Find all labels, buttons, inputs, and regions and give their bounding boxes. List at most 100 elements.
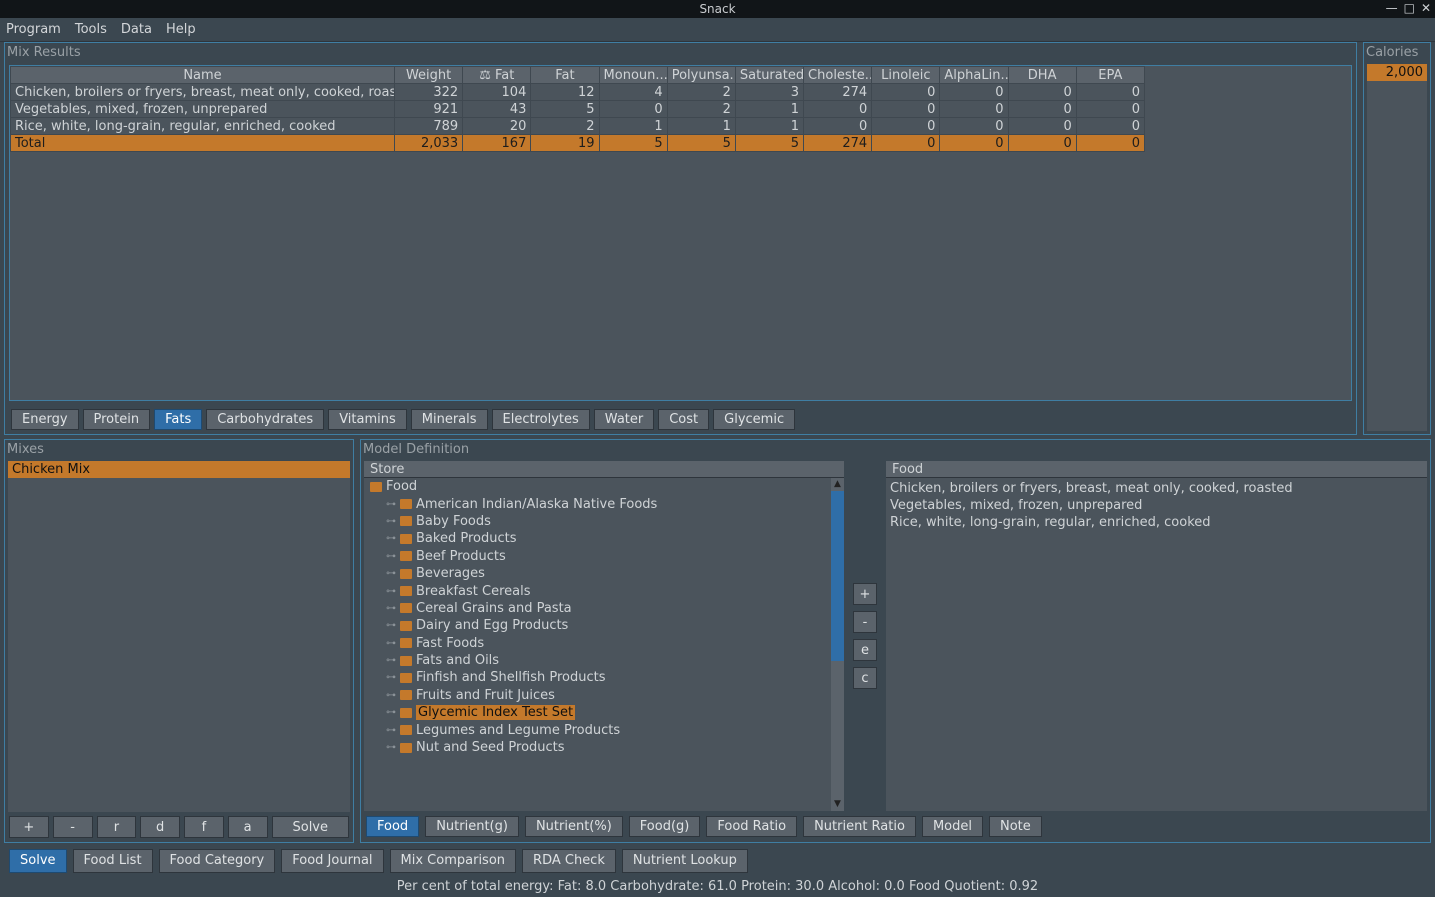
tree-handle-icon[interactable]: ⊶: [386, 690, 396, 701]
menu-program[interactable]: Program: [6, 22, 61, 37]
scroll-down-icon[interactable]: ▼: [831, 798, 844, 811]
table-row[interactable]: Vegetables, mixed, frozen, unprepared921…: [11, 101, 1145, 118]
tree-node[interactable]: ⊶Beverages: [364, 565, 844, 582]
tree-node[interactable]: ⊶Cereal Grains and Pasta: [364, 600, 844, 617]
mixes--button[interactable]: -: [53, 816, 93, 838]
modeltab-model[interactable]: Model: [922, 816, 983, 837]
modeltab-nutrient-ratio[interactable]: Nutrient Ratio: [803, 816, 916, 837]
tree-node[interactable]: ⊶Fruits and Fruit Juices: [364, 687, 844, 704]
maintab-mix-comparison[interactable]: Mix Comparison: [390, 849, 517, 873]
scroll-thumb[interactable]: [831, 491, 844, 661]
tree-handle-icon[interactable]: ⊶: [386, 516, 396, 527]
food-item[interactable]: Vegetables, mixed, frozen, unprepared: [890, 497, 1423, 514]
tree-node[interactable]: ⊶Finfish and Shellfish Products: [364, 669, 844, 686]
tree-handle-icon[interactable]: ⊶: [386, 725, 396, 736]
maintab-food-list[interactable]: Food List: [73, 849, 153, 873]
tree-handle-icon[interactable]: ⊶: [386, 568, 396, 579]
tree-node[interactable]: ⊶American Indian/Alaska Native Foods: [364, 495, 844, 512]
tab-glycemic[interactable]: Glycemic: [713, 409, 795, 430]
tab-cost[interactable]: Cost: [658, 409, 709, 430]
tree-handle-icon[interactable]: ⊶: [386, 603, 396, 614]
modeltab-food-g-[interactable]: Food(g): [629, 816, 701, 837]
col-header[interactable]: ⚖ Fat: [463, 67, 531, 84]
store-c-button[interactable]: c: [853, 667, 877, 689]
tree-handle-icon[interactable]: ⊶: [386, 707, 396, 718]
tree-node[interactable]: ⊶Nut and Seed Products: [364, 739, 844, 756]
tree-node[interactable]: ⊶Dairy and Egg Products: [364, 617, 844, 634]
col-header[interactable]: Polyunsa...: [667, 67, 735, 84]
col-header[interactable]: AlphaLin...: [940, 67, 1008, 84]
tree-node[interactable]: ⊶Baby Foods: [364, 513, 844, 530]
mixes--button[interactable]: +: [9, 816, 49, 838]
mixes-d-button[interactable]: d: [140, 816, 180, 838]
maintab-food-journal[interactable]: Food Journal: [281, 849, 383, 873]
tree-node[interactable]: ⊶Fast Foods: [364, 635, 844, 652]
tree-handle-icon[interactable]: ⊶: [386, 742, 396, 753]
col-header[interactable]: EPA: [1076, 67, 1144, 84]
mix-results-table[interactable]: NameWeight⚖ FatFatMonoun...Polyunsa...Sa…: [9, 65, 1352, 401]
tab-vitamins[interactable]: Vitamins: [328, 409, 407, 430]
store-e-button[interactable]: e: [853, 639, 877, 661]
food-item[interactable]: Chicken, broilers or fryers, breast, mea…: [890, 480, 1423, 497]
mixes-a-button[interactable]: a: [228, 816, 268, 838]
tree-handle-icon[interactable]: ⊶: [386, 620, 396, 631]
tree-node[interactable]: ⊶Breakfast Cereals: [364, 582, 844, 599]
table-row[interactable]: Chicken, broilers or fryers, breast, mea…: [11, 84, 1145, 101]
menu-help[interactable]: Help: [166, 22, 196, 37]
tab-minerals[interactable]: Minerals: [411, 409, 488, 430]
tab-water[interactable]: Water: [594, 409, 654, 430]
maintab-food-category[interactable]: Food Category: [159, 849, 276, 873]
menu-tools[interactable]: Tools: [75, 22, 107, 37]
store-tree[interactable]: Food⊶American Indian/Alaska Native Foods…: [364, 478, 844, 811]
minimize-icon[interactable]: —: [1386, 1, 1398, 15]
mixes-r-button[interactable]: r: [97, 816, 137, 838]
mixes-list[interactable]: Chicken Mix: [8, 461, 350, 812]
tree-handle-icon[interactable]: ⊶: [386, 533, 396, 544]
modeltab-food-ratio[interactable]: Food Ratio: [706, 816, 797, 837]
tree-node[interactable]: ⊶Legumes and Legume Products: [364, 721, 844, 738]
food-list[interactable]: Chicken, broilers or fryers, breast, mea…: [886, 478, 1427, 811]
tree-handle-icon[interactable]: ⊶: [386, 655, 396, 666]
tab-protein[interactable]: Protein: [83, 409, 151, 430]
tree-node[interactable]: ⊶Baked Products: [364, 530, 844, 547]
modeltab-nutrient-[interactable]: Nutrient(%): [525, 816, 623, 837]
close-icon[interactable]: ✕: [1421, 1, 1431, 15]
table-row[interactable]: Rice, white, long-grain, regular, enrich…: [11, 118, 1145, 135]
store-plus-button[interactable]: +: [853, 583, 877, 605]
mix-item[interactable]: Chicken Mix: [8, 461, 350, 478]
modeltab-nutrient-g-[interactable]: Nutrient(g): [425, 816, 519, 837]
col-header[interactable]: DHA: [1008, 67, 1076, 84]
col-header[interactable]: Fat: [531, 67, 599, 84]
tree-node[interactable]: Food: [364, 478, 844, 495]
modeltab-note[interactable]: Note: [989, 816, 1042, 837]
col-header[interactable]: Choleste...: [804, 67, 872, 84]
maintab-solve[interactable]: Solve: [9, 849, 67, 873]
store-scrollbar[interactable]: ▲ ▼: [831, 478, 844, 811]
col-header[interactable]: Linoleic: [872, 67, 940, 84]
tree-handle-icon[interactable]: ⊶: [386, 551, 396, 562]
tree-handle-icon[interactable]: ⊶: [386, 499, 396, 510]
col-header[interactable]: Weight: [395, 67, 463, 84]
mixes-solve-button[interactable]: Solve: [272, 816, 350, 838]
food-item[interactable]: Rice, white, long-grain, regular, enrich…: [890, 514, 1423, 531]
tree-handle-icon[interactable]: ⊶: [386, 638, 396, 649]
maintab-nutrient-lookup[interactable]: Nutrient Lookup: [622, 849, 748, 873]
tree-node[interactable]: ⊶Glycemic Index Test Set: [364, 704, 844, 721]
mixes-f-button[interactable]: f: [184, 816, 224, 838]
scroll-up-icon[interactable]: ▲: [831, 478, 844, 491]
maintab-rda-check[interactable]: RDA Check: [522, 849, 616, 873]
tab-fats[interactable]: Fats: [154, 409, 202, 430]
menu-data[interactable]: Data: [121, 22, 152, 37]
tree-handle-icon[interactable]: ⊶: [386, 586, 396, 597]
tree-node[interactable]: ⊶Fats and Oils: [364, 652, 844, 669]
tree-node[interactable]: ⊶Beef Products: [364, 548, 844, 565]
tab-energy[interactable]: Energy: [11, 409, 79, 430]
col-header[interactable]: Monoun...: [599, 67, 667, 84]
col-header[interactable]: Saturated: [735, 67, 803, 84]
store-minus-button[interactable]: -: [853, 611, 877, 633]
modeltab-food[interactable]: Food: [366, 816, 419, 837]
tab-electrolytes[interactable]: Electrolytes: [492, 409, 590, 430]
tab-carbohydrates[interactable]: Carbohydrates: [206, 409, 324, 430]
col-header[interactable]: Name: [11, 67, 395, 84]
tree-handle-icon[interactable]: ⊶: [386, 672, 396, 683]
